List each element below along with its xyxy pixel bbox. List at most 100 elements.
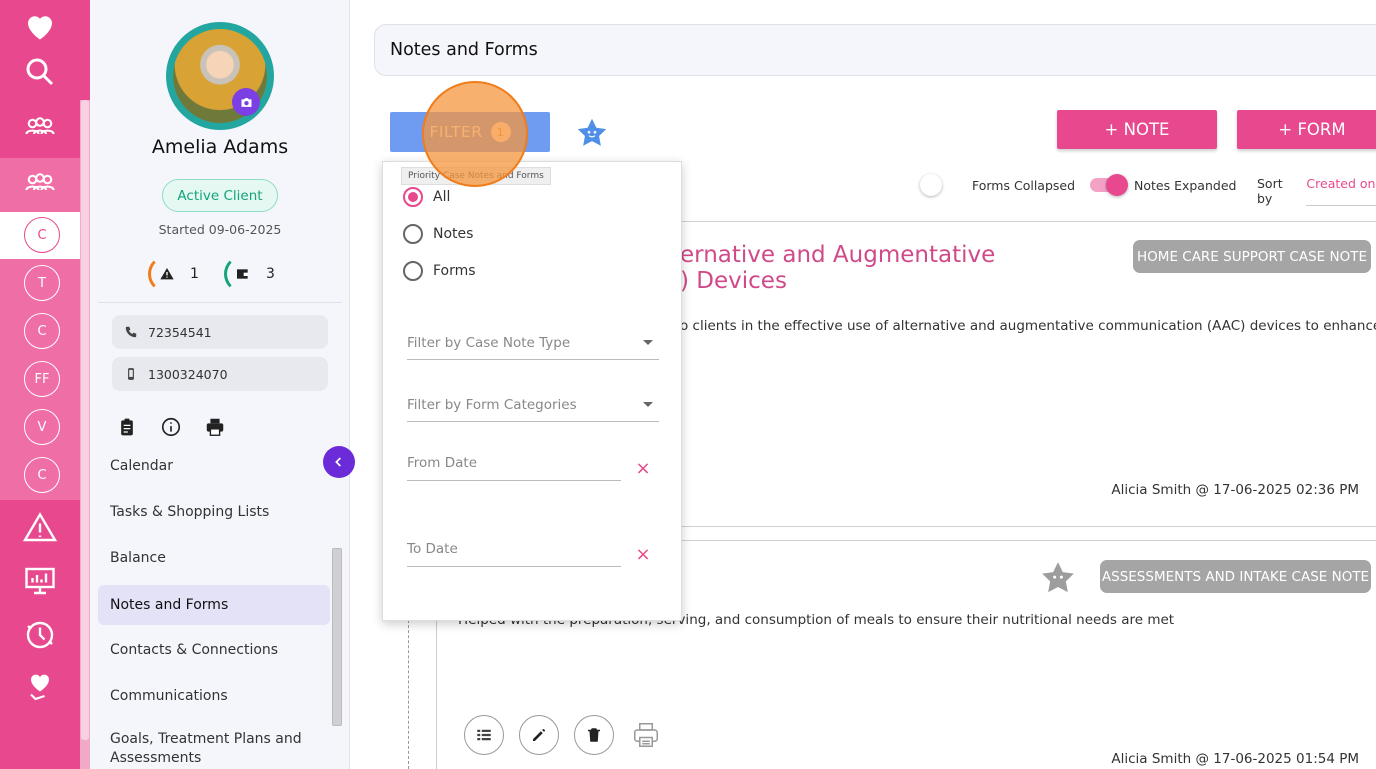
wallet-icon: [237, 269, 249, 279]
rail-client-v[interactable]: V: [24, 409, 60, 445]
nav-contacts-connections[interactable]: Contacts & Connections: [98, 630, 330, 670]
timeline-line: [408, 600, 409, 769]
app-rail: C T C FF V C: [0, 0, 90, 769]
sort-select[interactable]: Created on: [1306, 176, 1376, 206]
trash-icon: [588, 728, 600, 742]
filter-button[interactable]: FILTER 1: [390, 112, 550, 152]
heart-logo-icon[interactable]: [0, 0, 80, 52]
printer-icon: [634, 723, 658, 747]
profile-tools: [116, 416, 226, 438]
client-name: Amelia Adams: [151, 136, 289, 158]
group-clients-icon[interactable]: [0, 158, 80, 210]
main-content: Notes and Forms FILTER 1 + NOTE + FORM F…: [350, 0, 1376, 769]
mobile-field[interactable]: 1300324070: [112, 357, 328, 391]
nav-communications[interactable]: Communications: [98, 676, 330, 716]
nav-balance[interactable]: Balance: [98, 538, 330, 578]
clear-to-date-icon[interactable]: ×: [635, 546, 651, 564]
note-author: Alicia Smith @ 17-06-2025 01:54 PM: [1111, 751, 1359, 767]
notes-toggle[interactable]: Notes Expanded: [1090, 172, 1236, 198]
collapse-sidebar-button[interactable]: [323, 446, 355, 478]
clear-from-date-icon[interactable]: ×: [635, 460, 651, 478]
add-form-button[interactable]: + FORM: [1237, 110, 1376, 149]
radio-button[interactable]: [403, 224, 423, 244]
radio-button[interactable]: [403, 187, 423, 207]
rail-client-t[interactable]: T: [24, 265, 60, 301]
clipboard-icon[interactable]: [116, 416, 138, 438]
case-note-type-tag: ASSESSMENTS AND INTAKE CASE NOTE: [1100, 560, 1371, 593]
filter-option-notes[interactable]: Notes: [403, 224, 473, 244]
phone-icon: [125, 326, 137, 338]
notes-toggle-label: Notes Expanded: [1134, 177, 1237, 193]
filter-dropdown-panel: Priority Case Notes and Forms All Notes …: [382, 161, 682, 621]
filter-label: FILTER: [429, 123, 483, 141]
warning-icon[interactable]: [0, 502, 80, 554]
alerts-stat[interactable]: 1: [148, 255, 199, 293]
search-icon[interactable]: [0, 46, 80, 98]
filter-count-badge: 1: [490, 122, 511, 142]
list-view-button[interactable]: [464, 715, 504, 755]
rail-scrollbar[interactable]: [80, 100, 90, 769]
radio-button[interactable]: [403, 261, 423, 281]
dashboard-chart-icon[interactable]: [0, 555, 80, 607]
divider: [98, 302, 342, 303]
from-date-input[interactable]: From Date: [407, 445, 621, 481]
filter-option-label: Notes: [433, 226, 474, 242]
page-title: Notes and Forms: [390, 40, 538, 60]
filter-option-label: Forms: [433, 263, 476, 279]
filter-option-label: All: [433, 189, 451, 205]
rail-client-c-selected[interactable]: C: [24, 217, 60, 253]
phone-field[interactable]: 72354541: [112, 315, 328, 349]
forms-switch[interactable]: [918, 174, 954, 196]
case-note-type-tag: HOME CARE SUPPORT CASE NOTE: [1133, 240, 1371, 273]
nav-calendar[interactable]: Calendar: [98, 446, 330, 486]
filter-option-all[interactable]: All: [403, 187, 450, 207]
client-profile-sidebar: Amelia Adams Active Client Started 09-06…: [90, 0, 350, 769]
forms-toggle-label: Forms Collapsed: [972, 177, 1076, 193]
sort-control[interactable]: Sort by Created on: [1257, 176, 1376, 206]
chevron-left-icon: [335, 457, 341, 467]
page-title-bar: Notes and Forms: [374, 24, 1376, 76]
form-categories-placeholder: Filter by Form Categories: [407, 396, 577, 413]
print-note-button[interactable]: [629, 718, 663, 752]
clients-group-icon[interactable]: [0, 102, 80, 154]
wallet-stat[interactable]: 3: [224, 255, 275, 293]
forms-toggle[interactable]: Forms Collapsed: [918, 172, 1075, 198]
nav-tasks-shopping[interactable]: Tasks & Shopping Lists: [98, 492, 330, 532]
alerts-count: 1: [190, 266, 199, 282]
dropdown-caret-icon: [643, 402, 653, 407]
care-heart-hand-icon[interactable]: [0, 661, 80, 713]
rail-client-ff[interactable]: FF: [24, 361, 60, 397]
card-divider: [680, 221, 1376, 222]
priority-tooltip: Priority Case Notes and Forms: [401, 167, 551, 185]
list-icon: [477, 729, 491, 741]
rail-client-c[interactable]: C: [24, 313, 60, 349]
form-categories-select[interactable]: Filter by Form Categories: [407, 388, 659, 422]
nav-goals-treatment[interactable]: Goals, Treatment Plans and Assessments: [98, 730, 330, 769]
nav-scrollbar[interactable]: [332, 548, 342, 726]
camera-icon[interactable]: [232, 88, 260, 116]
nav-notes-and-forms[interactable]: Notes and Forms: [98, 585, 330, 625]
edit-button[interactable]: [519, 715, 559, 755]
case-note-type-placeholder: Filter by Case Note Type: [407, 334, 571, 351]
note-title[interactable]: ernative and Augmentative ) Devices: [680, 242, 1000, 294]
case-note-type-select[interactable]: Filter by Case Note Type: [407, 326, 659, 360]
notes-switch[interactable]: [1090, 174, 1128, 196]
rail-client-selected[interactable]: C: [0, 212, 80, 259]
time-clock-icon[interactable]: [0, 609, 80, 661]
info-icon[interactable]: [160, 416, 182, 438]
delete-button[interactable]: [574, 715, 614, 755]
filter-option-forms[interactable]: Forms: [403, 261, 476, 281]
avatar: [166, 22, 274, 130]
dropdown-caret-icon: [643, 340, 653, 345]
priority-star-grey-icon[interactable]: [1038, 558, 1078, 598]
status-badge: Active Client: [162, 179, 278, 212]
add-note-button[interactable]: + NOTE: [1057, 110, 1217, 149]
wallet-count: 3: [266, 266, 275, 282]
sort-label: Sort by: [1257, 176, 1283, 206]
print-icon[interactable]: [204, 416, 226, 438]
priority-star-button[interactable]: [572, 113, 612, 153]
mobile-icon: [128, 368, 134, 380]
rail-client-c2[interactable]: C: [24, 457, 60, 493]
mobile-number: 1300324070: [148, 366, 228, 382]
to-date-input[interactable]: To Date: [407, 531, 621, 567]
